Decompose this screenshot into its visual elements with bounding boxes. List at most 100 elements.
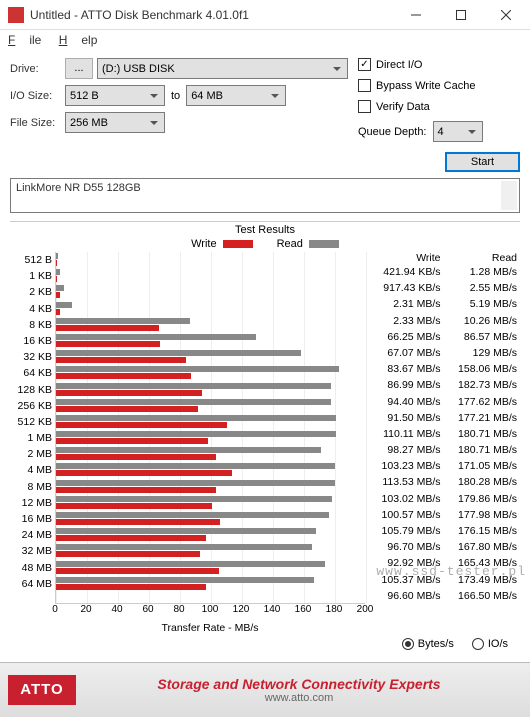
read-bar [56,253,58,259]
filesize-combobox[interactable]: 256 MB [65,112,165,133]
y-label: 512 KB [10,414,52,430]
value-row: 98.27 MB/s180.71 MB/s [367,442,520,458]
menu-help[interactable]: Help [59,33,98,47]
write-bar [56,470,232,476]
chart-plot-area [55,252,365,604]
x-tick: 120 [233,604,250,615]
y-label: 64 KB [10,365,52,381]
write-value: 917.43 KB/s [367,280,444,296]
titlebar: Untitled - ATTO Disk Benchmark 4.01.0f1 [0,0,530,30]
units-bytes-radio[interactable]: Bytes/s [402,638,454,650]
read-bar [56,383,331,389]
read-value: 177.21 MB/s [444,410,521,426]
drive-label: Drive: [10,63,65,75]
drive-browse-button[interactable]: ... [65,58,93,79]
write-value: 67.07 MB/s [367,345,444,361]
read-bar [56,561,325,567]
drive-value: (D:) USB DISK [102,63,175,75]
x-axis-label: Transfer Rate - MB/s [55,622,365,634]
bar-row [56,333,365,349]
write-value: 83.67 MB/s [367,361,444,377]
read-bar [56,463,335,469]
read-value: 171.05 MB/s [444,458,521,474]
value-row: 113.53 MB/s180.28 MB/s [367,474,520,490]
write-bar [56,438,208,444]
write-value: 110.11 MB/s [367,426,444,442]
queue-depth-combobox[interactable]: 4 [433,121,483,142]
io-to-label: to [171,90,180,102]
x-tick: 140 [264,604,281,615]
bar-row [56,252,365,268]
write-value: 421.94 KB/s [367,264,444,280]
write-bar [56,357,186,363]
read-value: 2.55 MB/s [444,280,521,296]
y-label: 512 B [10,252,52,268]
read-value: 167.80 MB/s [444,539,521,555]
bar-row [56,479,365,495]
x-tick: 0 [52,604,58,615]
y-label: 4 KB [10,301,52,317]
read-value: 10.26 MB/s [444,313,521,329]
write-value: 96.70 MB/s [367,539,444,555]
write-value: 2.31 MB/s [367,296,444,312]
y-label: 2 KB [10,284,52,300]
verify-data-checkbox[interactable]: Verify Data [358,100,520,113]
read-value: 166.50 MB/s [444,588,521,604]
read-value: 1.28 MB/s [444,264,521,280]
bypass-cache-checkbox[interactable]: Bypass Write Cache [358,79,520,92]
write-value: 98.27 MB/s [367,442,444,458]
read-bar [56,350,301,356]
write-bar [56,260,57,266]
bar-row [56,511,365,527]
write-value: 66.25 MB/s [367,329,444,345]
y-label: 16 MB [10,511,52,527]
read-bar [56,318,190,324]
footer-url: www.atto.com [76,692,522,704]
value-row: 67.07 MB/s129 MB/s [367,345,520,361]
read-value: 86.57 MB/s [444,329,521,345]
x-tick: 80 [173,604,184,615]
write-bar [56,503,212,509]
io-size-label: I/O Size: [10,90,65,102]
start-button[interactable]: Start [445,152,520,172]
x-tick: 100 [202,604,219,615]
legend-read-label: Read [277,238,303,250]
menu-bar: File Help [0,30,530,50]
read-bar [56,269,60,275]
description-textarea[interactable]: LinkMore NR D55 128GB [10,178,520,213]
value-row: 917.43 KB/s2.55 MB/s [367,280,520,296]
write-bar [56,390,202,396]
filesize-value: 256 MB [70,117,108,129]
menu-file[interactable]: File [8,33,41,47]
direct-io-checkbox[interactable]: ✓Direct I/O [358,58,520,71]
value-row: 96.70 MB/s167.80 MB/s [367,539,520,555]
units-ios-radio[interactable]: IO/s [472,638,508,650]
write-value: 103.02 MB/s [367,491,444,507]
bypass-label: Bypass Write Cache [376,80,475,92]
write-value: 105.79 MB/s [367,523,444,539]
minimize-button[interactable] [393,0,438,29]
y-label: 32 KB [10,349,52,365]
bar-row [56,284,365,300]
bar-row [56,382,365,398]
read-value: 180.71 MB/s [444,426,521,442]
drive-combobox[interactable]: (D:) USB DISK [97,58,348,79]
col-write-header: Write [367,252,444,264]
x-tick: 180 [326,604,343,615]
y-label: 64 MB [10,576,52,592]
bar-row [56,446,365,462]
read-value: 180.71 MB/s [444,442,521,458]
close-button[interactable] [483,0,528,29]
footer-tagline: Storage and Network Connectivity Experts [76,676,522,692]
write-value: 94.40 MB/s [367,394,444,410]
legend-write-label: Write [191,238,216,250]
io-size-from-combobox[interactable]: 512 B [65,85,165,106]
bar-row [56,414,365,430]
read-value: 5.19 MB/s [444,296,521,312]
write-bar [56,276,57,282]
description-text: LinkMore NR D55 128GB [16,182,141,194]
io-size-to-combobox[interactable]: 64 MB [186,85,286,106]
write-bar [56,422,227,428]
bar-row [56,317,365,333]
maximize-button[interactable] [438,0,483,29]
